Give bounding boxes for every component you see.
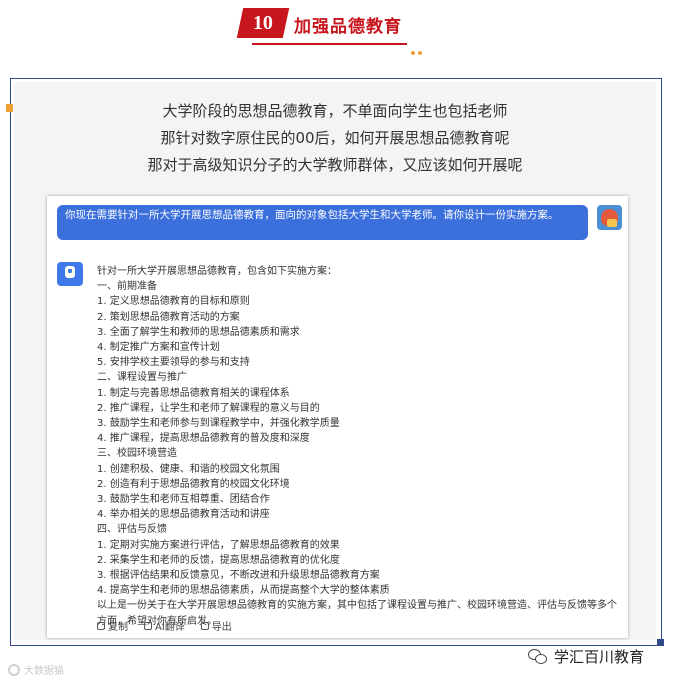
answer-line: 2. 策划思想品德教育活动的方案 (97, 311, 240, 323)
section-title: 加强品德教育 (294, 17, 402, 37)
corner-marker (6, 104, 13, 112)
chat-screenshot: 你现在需要针对一所大学开展思想品德教育，面向的对象包括大学生和大学老师。请你设计… (47, 196, 628, 638)
answer-line: 4. 制定推广方案和宣传计划 (97, 342, 220, 354)
title-underline (252, 43, 407, 45)
answer-line: 2. 推广课程，让学生和老师了解课程的意义与目的 (97, 402, 320, 414)
section-header: 10 加强品德教育 (0, 0, 675, 60)
answer-line: 1. 创建积极、健康、和谐的校园文化氛围 (97, 463, 280, 475)
bot-avatar (57, 262, 83, 286)
answer-line: 针对一所大学开展思想品德教育，包含如下实施方案： (97, 266, 337, 277)
answer-line: 4. 推广课程，提高思想品德教育的普及度和深度 (97, 433, 310, 445)
answer-line: 3. 鼓励学生和老师互相尊重、团结合作 (97, 494, 270, 506)
copy-button[interactable]: 复制 (97, 618, 128, 633)
export-button[interactable]: 导出 (200, 618, 232, 633)
section-number-badge: 10 (236, 8, 290, 38)
answer-line: 4. 举办相关的思想品德教育活动和讲座 (97, 509, 270, 521)
answer-line: 3. 全面了解学生和教师的思想品德素质和需求 (97, 326, 300, 338)
watermark-text: 大数据猫 (24, 666, 64, 677)
user-question-bubble: 你现在需要针对一所大学开展思想品德教育，面向的对象包括大学生和大学老师。请你设计… (57, 205, 588, 240)
section-number: 10 (253, 11, 273, 34)
intro-text: 大学阶段的思想品德教育，不单面向学生也包括老师 那针对数字原住民的00后，如何开… (14, 98, 656, 179)
answer-line: 1. 定义思想品德教育的目标和原则 (97, 296, 250, 308)
answer-line: 3. 根据评估结果和反馈意见，不断改进和升级思想品德教育方案 (97, 570, 380, 582)
watermark-icon (8, 663, 20, 676)
answer-line: 四、评估与反馈 (97, 524, 167, 536)
answer-line: 4. 提高学生和老师的思想品德素质，从而提高整个大学的整体素质 (97, 585, 390, 597)
answer-line: 1. 定期对实施方案进行评估，了解思想品德教育的效果 (97, 539, 340, 551)
translate-icon (144, 621, 152, 630)
user-avatar (597, 205, 622, 230)
brand-signature: 学汇百川教育 (528, 646, 644, 667)
answer-line: 5. 安排学校主要领导的参与和支持 (97, 357, 250, 369)
export-icon (200, 621, 209, 630)
decorative-dots (411, 40, 425, 59)
answer-line: 二、课程设置与推广 (97, 372, 187, 384)
answer-line: 1. 制定与完善思想品德教育相关的课程体系 (97, 387, 290, 399)
answer-actions: 复制 AI翻译 导出 (97, 618, 232, 633)
corner-marker (657, 639, 664, 646)
answer-line: 2. 采集学生和老师的反馈，提高思想品德教育的优化度 (97, 554, 340, 566)
answer-line: 3. 鼓励学生和老师参与到课程教学中，并强化教学质量 (97, 418, 340, 430)
bot-answer: 针对一所大学开展思想品德教育，包含如下实施方案： 一、前期准备 1. 定义思想品… (97, 264, 617, 629)
answer-line: 三、校园环境营造 (97, 448, 177, 460)
answer-line: 一、前期准备 (97, 281, 157, 293)
watermark: 大数据猫 (8, 662, 64, 677)
translate-label: AI翻译 (155, 622, 185, 633)
copy-icon (97, 621, 105, 630)
intro-line: 大学阶段的思想品德教育，不单面向学生也包括老师 (162, 102, 508, 120)
wechat-icon (528, 648, 548, 665)
brand-name: 学汇百川教育 (554, 648, 645, 666)
translate-button[interactable]: AI翻译 (144, 618, 185, 633)
copy-label: 复制 (108, 622, 128, 633)
answer-line: 2. 创造有利于思想品德教育的校园文化环境 (97, 478, 290, 490)
export-label: 导出 (211, 622, 232, 633)
intro-line: 那针对数字原住民的00后，如何开展思想品德教育呢 (160, 129, 510, 147)
intro-line: 那对于高级知识分子的大学教师群体，又应该如何开展呢 (147, 156, 523, 174)
